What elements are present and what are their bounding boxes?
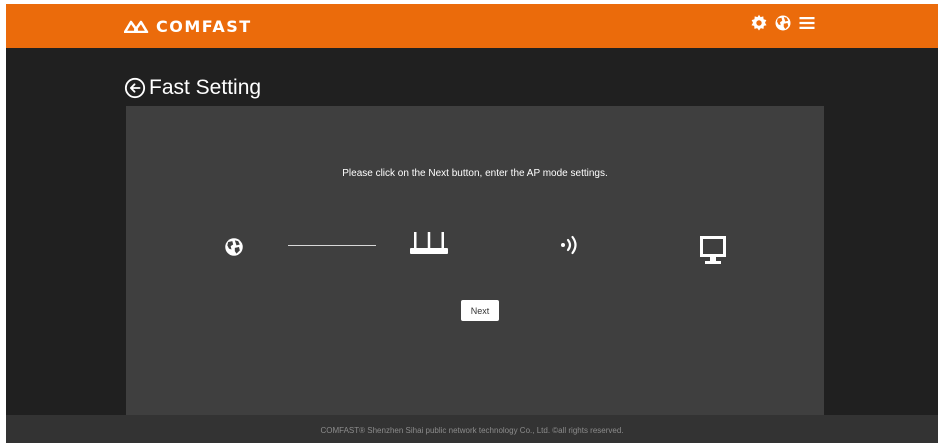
wifi-signal-icon: [558, 234, 582, 256]
router-icon: [410, 228, 448, 258]
gear-icon[interactable]: [750, 14, 768, 32]
top-bar: COMFAST: [6, 4, 938, 48]
next-button[interactable]: Next: [461, 300, 499, 321]
page-title-text: Fast Setting: [149, 76, 262, 99]
fast-setting-panel: Please click on the Next button, enter t…: [126, 106, 824, 415]
globe-icon[interactable]: [774, 14, 792, 32]
app-window: COMFAST Fast Setting Please click on the…: [6, 4, 938, 443]
logo-text: COMFAST: [156, 16, 252, 36]
monitor-icon: [700, 236, 726, 266]
globe-icon: [224, 237, 244, 257]
copyright-text: COMFAST® Shenzhen Sihai public network t…: [320, 426, 624, 435]
connection-line: [288, 245, 376, 246]
logo-mark-icon: [124, 20, 149, 33]
footer: COMFAST® Shenzhen Sihai public network t…: [6, 415, 938, 443]
page-title: Fast Setting: [124, 76, 261, 100]
header-actions: [750, 14, 816, 32]
menu-icon[interactable]: [798, 14, 816, 32]
logo: COMFAST: [124, 15, 252, 37]
back-arrow-icon[interactable]: [124, 77, 146, 99]
network-diagram: [126, 106, 824, 415]
